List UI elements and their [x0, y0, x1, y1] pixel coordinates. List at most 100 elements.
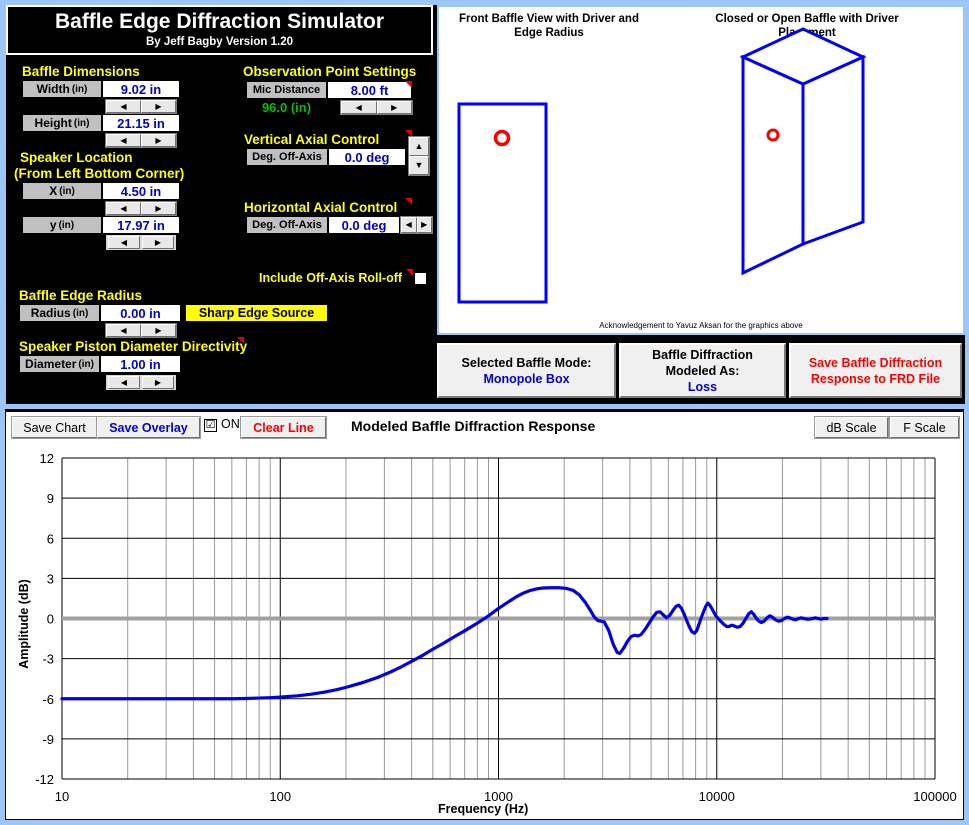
mic-distance-increment-icon[interactable]: ▶ — [376, 101, 412, 114]
width-label-text: Width — [36, 82, 70, 96]
speaker-x-decrement-icon[interactable]: ◀ — [106, 202, 141, 215]
save-overlay-button[interactable]: Save Overlay — [96, 416, 201, 439]
save-chart-button[interactable]: Save Chart — [11, 416, 98, 439]
width-value[interactable]: 9.02 in — [102, 80, 180, 98]
speaker-x-label-text: X — [49, 184, 58, 198]
x-axis-label: Frequency (Hz) — [438, 802, 529, 816]
radius-label: Radius (in) — [19, 304, 100, 322]
y-tick-label: 3 — [47, 571, 54, 586]
y-tick-label: 0 — [47, 612, 54, 627]
selected-baffle-mode-box: Selected Baffle Mode: Monopole Box — [436, 342, 617, 399]
speaker-y-value[interactable]: 17.97 in — [102, 216, 180, 234]
horizontal-offaxis-value[interactable]: 0.0 deg — [328, 216, 400, 234]
diffraction-response-plot: 129630-3-6-9-12 10 100 1000 10000 100000 — [35, 451, 956, 804]
x-tick-label: 10000 — [699, 789, 735, 804]
app-title: Baffle Edge Diffraction Simulator — [54, 10, 385, 33]
horizontal-offaxis-stepper[interactable]: ◀ ▶ — [400, 216, 433, 234]
diameter-decrement-icon[interactable]: ◀ — [108, 376, 140, 389]
speaker-y-label-text: y — [49, 218, 57, 232]
width-stepper[interactable]: ◀ ▶ — [105, 99, 177, 114]
offaxis-rolloff-label: Include Off-Axis Roll-off — [259, 271, 403, 285]
horizontal-decrement-icon[interactable]: ◀ — [401, 217, 417, 233]
y-tick-label: 6 — [47, 531, 54, 546]
chart-panel: Save Chart Save Overlay ☑ ON Clear Line … — [5, 411, 964, 820]
selected-mode-title: Selected Baffle Mode: — [461, 355, 592, 370]
vertical-offaxis-value[interactable]: 0.0 deg — [328, 148, 406, 166]
save-frd-line2: Response to FRD File — [810, 371, 941, 386]
speaker-x-value[interactable]: 4.50 in — [102, 182, 180, 200]
diameter-stepper[interactable]: ◀ ▶ — [105, 374, 177, 391]
modeled-as-title-line1: Baffle Diffraction — [652, 347, 753, 362]
height-label-text: Height — [34, 116, 72, 130]
app-subtitle: By Jeff Bagby Version 1.20 — [145, 36, 293, 48]
radius-decrement-icon[interactable]: ◀ — [106, 324, 141, 337]
y-tick-label: -9 — [42, 732, 54, 747]
speaker-y-decrement-icon[interactable]: ◀ — [108, 236, 140, 249]
speaker-y-increment-icon[interactable]: ▶ — [142, 236, 174, 249]
vertical-offaxis-stepper[interactable]: ▲ ▼ — [408, 136, 430, 176]
diameter-increment-icon[interactable]: ▶ — [142, 376, 174, 389]
speaker-x-increment-icon[interactable]: ▶ — [141, 202, 176, 215]
horizontal-increment-icon[interactable]: ▶ — [416, 217, 432, 233]
comment-marker-horizontal-icon — [405, 198, 412, 205]
radius-label-unit: (in) — [72, 307, 89, 319]
radius-increment-icon[interactable]: ▶ — [141, 324, 176, 337]
comment-marker-mic-icon — [405, 81, 412, 88]
radius-label-text: Radius — [30, 306, 71, 320]
width-label: Width (in) — [22, 80, 102, 98]
radius-stepper[interactable]: ◀ ▶ — [105, 323, 177, 338]
speaker-y-label-unit: (in) — [58, 219, 75, 231]
speaker-x-stepper[interactable]: ◀ ▶ — [105, 201, 177, 216]
mic-distance-decrement-icon[interactable]: ◀ — [341, 101, 377, 114]
save-frd-line1: Save Baffle Diffraction — [808, 355, 943, 370]
x-tick-label: 10 — [55, 789, 69, 804]
y-tick-label: -6 — [42, 692, 54, 707]
frame-bottom — [0, 404, 969, 409]
db-scale-button[interactable]: dB Scale — [814, 416, 889, 439]
application-window: Baffle Edge Diffraction Simulator By Jef… — [0, 0, 969, 825]
overlay-on-checkbox[interactable]: ☑ — [204, 419, 217, 432]
comment-marker-rolloff-icon — [406, 269, 413, 276]
diameter-label: Diameter (in) — [19, 355, 100, 373]
speaker-x-label-unit: (in) — [59, 185, 75, 197]
width-decrement-icon[interactable]: ◀ — [106, 100, 141, 113]
height-stepper[interactable]: ◀ ▶ — [105, 133, 177, 148]
y-tick-label: -12 — [35, 772, 54, 787]
vertical-offaxis-label: Deg. Off-Axis — [246, 148, 328, 166]
mic-distance-value[interactable]: 8.00 ft — [327, 81, 412, 99]
speaker-y-stepper[interactable]: ◀ ▶ — [105, 234, 177, 251]
acknowledgement-text: Acknowledgement to Yavuz Aksan for the g… — [599, 321, 803, 330]
speaker-y-label: y (in) — [22, 216, 102, 234]
radius-value[interactable]: 0.00 in — [100, 304, 181, 322]
diffraction-modeled-box: Baffle Diffraction Modeled As: Loss — [618, 342, 787, 399]
vertical-decrement-icon[interactable]: ▼ — [409, 156, 429, 175]
f-scale-button[interactable]: F Scale — [889, 416, 960, 439]
offaxis-rolloff-checkbox[interactable] — [414, 272, 427, 285]
piston-directivity-heading: Speaker Piston Diameter Directivity — [19, 339, 248, 354]
baffle-dimensions-heading: Baffle Dimensions — [22, 64, 140, 79]
modeled-as-value: Loss — [687, 379, 718, 394]
title-bar: Baffle Edge Diffraction Simulator By Jef… — [6, 5, 433, 55]
save-frd-button[interactable]: Save Baffle Diffraction Response to FRD … — [788, 342, 963, 399]
frame-left — [0, 0, 6, 408]
vertical-increment-icon[interactable]: ▲ — [409, 137, 429, 156]
y-tick-label: 9 — [47, 491, 54, 506]
height-value[interactable]: 21.15 in — [102, 114, 180, 132]
mic-distance-stepper[interactable]: ◀ ▶ — [340, 100, 413, 115]
diameter-label-text: Diameter — [25, 357, 77, 371]
speaker-location-heading-line1: Speaker Location — [20, 150, 133, 165]
selected-mode-value: Monopole Box — [483, 371, 570, 386]
baffle-edge-radius-heading: Baffle Edge Radius — [19, 288, 143, 303]
height-label-unit: (in) — [73, 117, 90, 129]
clear-line-button[interactable]: Clear Line — [240, 416, 327, 439]
speaker-location-heading-line2: (From Left Bottom Corner) — [14, 166, 185, 181]
speaker-x-label: X (in) — [22, 182, 102, 200]
height-increment-icon[interactable]: ▶ — [141, 134, 176, 147]
mic-distance-inches: 96.0 (in) — [261, 99, 312, 115]
height-decrement-icon[interactable]: ◀ — [106, 134, 141, 147]
height-label: Height (in) — [22, 114, 102, 132]
width-label-unit: (in) — [71, 83, 88, 95]
diameter-value[interactable]: 1.00 in — [100, 355, 181, 373]
width-increment-icon[interactable]: ▶ — [141, 100, 176, 113]
y-tick-label: -3 — [42, 652, 54, 667]
